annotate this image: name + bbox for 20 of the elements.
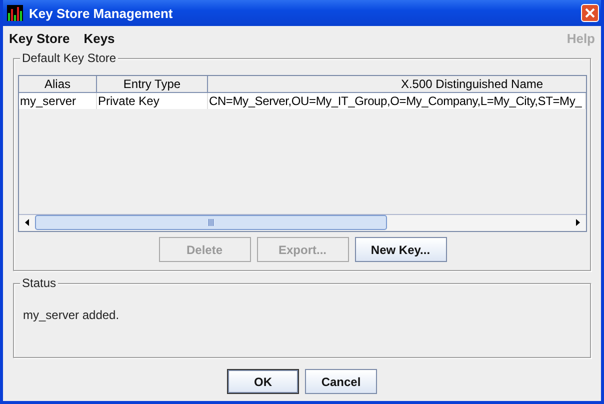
- chart-icon: [7, 5, 23, 21]
- window-title: Key Store Management: [29, 6, 174, 20]
- menu-item[interactable]: Keys: [84, 30, 115, 46]
- close-button[interactable]: [581, 4, 599, 22]
- horizontal-scrollbar[interactable]: [19, 214, 586, 231]
- status-message: my_server added.: [23, 308, 120, 322]
- column-header[interactable]: Entry Type: [97, 76, 208, 93]
- table-cell: CN=My_Server,OU=My_IT_Group,O=My_Company,L=My_City,ST=My_: [208, 93, 586, 109]
- dialog-button[interactable]: OK: [227, 369, 299, 394]
- close-icon: [585, 8, 595, 18]
- dialog-button[interactable]: Cancel: [305, 369, 377, 394]
- table-cell: my_server: [19, 93, 97, 109]
- action-button[interactable]: New Key...: [354, 237, 446, 262]
- menu-item[interactable]: Key Store: [9, 30, 70, 46]
- column-header[interactable]: Alias: [19, 76, 97, 93]
- panel-title: Default Key Store: [20, 51, 118, 65]
- column-header[interactable]: X.500 Distinguished Name: [208, 76, 586, 93]
- table-cell: Private Key: [97, 93, 208, 109]
- scrollbar-thumb[interactable]: [35, 215, 387, 230]
- panel-title: Status: [20, 276, 58, 290]
